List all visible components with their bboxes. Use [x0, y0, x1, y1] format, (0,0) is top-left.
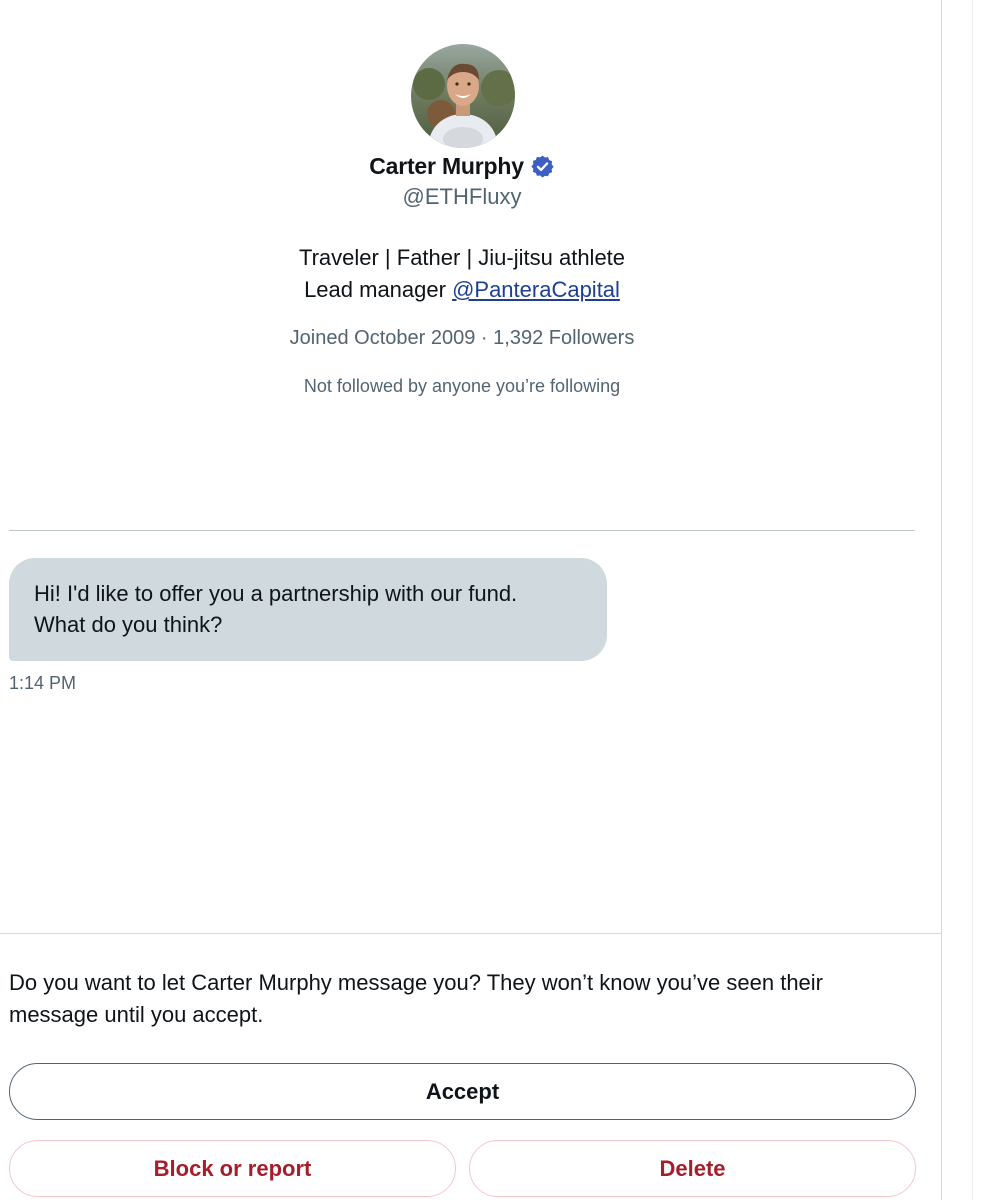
prompt-line-2: message until you accept. — [9, 1002, 264, 1027]
delete-button[interactable]: Delete — [469, 1140, 916, 1197]
not-followed-notice: Not followed by anyone you’re following — [303, 376, 621, 396]
profile-bio: Traveler | Father | Jiu-jitsu athlete Le… — [0, 242, 924, 306]
pantera-capital-link[interactable]: @PanteraCapital — [452, 277, 620, 302]
profile-name[interactable]: Carter Murphy — [369, 153, 524, 180]
message-line-1: Hi! I'd like to offer you a partnership … — [34, 581, 518, 606]
avatar-photo — [411, 44, 515, 148]
block-or-report-button[interactable]: Block or report — [9, 1140, 456, 1197]
profile-divider — [9, 530, 915, 531]
right-gutter — [942, 0, 987, 1200]
message-timestamp: 1:14 PM — [9, 673, 77, 693]
scrollbar[interactable] — [972, 0, 973, 1200]
prompt-line-1: Do you want to let Carter Murphy message… — [9, 970, 823, 995]
message-request-prompt: Do you want to let Carter Murphy message… — [9, 967, 924, 1031]
profile-handle: @ETHFluxy — [402, 184, 522, 209]
bio-line-2-prefix: Lead manager — [304, 277, 453, 302]
message-bubble[interactable]: Hi! I'd like to offer you a partnership … — [9, 558, 607, 661]
bio-line-1: Traveler | Father | Jiu-jitsu athlete — [298, 245, 626, 270]
bio-line-2: Lead manager @PanteraCapital — [0, 274, 924, 306]
request-divider — [0, 933, 942, 934]
conversation-panel: Carter Murphy @ETHFluxy Traveler | Fathe… — [0, 0, 942, 1200]
profile-name-row: Carter Murphy — [0, 150, 924, 182]
verified-badge-icon — [530, 154, 555, 179]
joined-date: Joined October 2009 — [289, 327, 476, 349]
message-line-2: What do you think? — [34, 612, 223, 637]
dm-request-page: Carter Murphy @ETHFluxy Traveler | Fathe… — [0, 0, 987, 1200]
accept-button[interactable]: Accept — [9, 1063, 916, 1120]
profile-meta: Joined October 2009 · 1,392 Followers — [0, 327, 924, 350]
followers-count[interactable]: 1,392 Followers — [493, 327, 634, 349]
meta-separator: · — [475, 327, 494, 349]
avatar[interactable] — [411, 44, 515, 148]
